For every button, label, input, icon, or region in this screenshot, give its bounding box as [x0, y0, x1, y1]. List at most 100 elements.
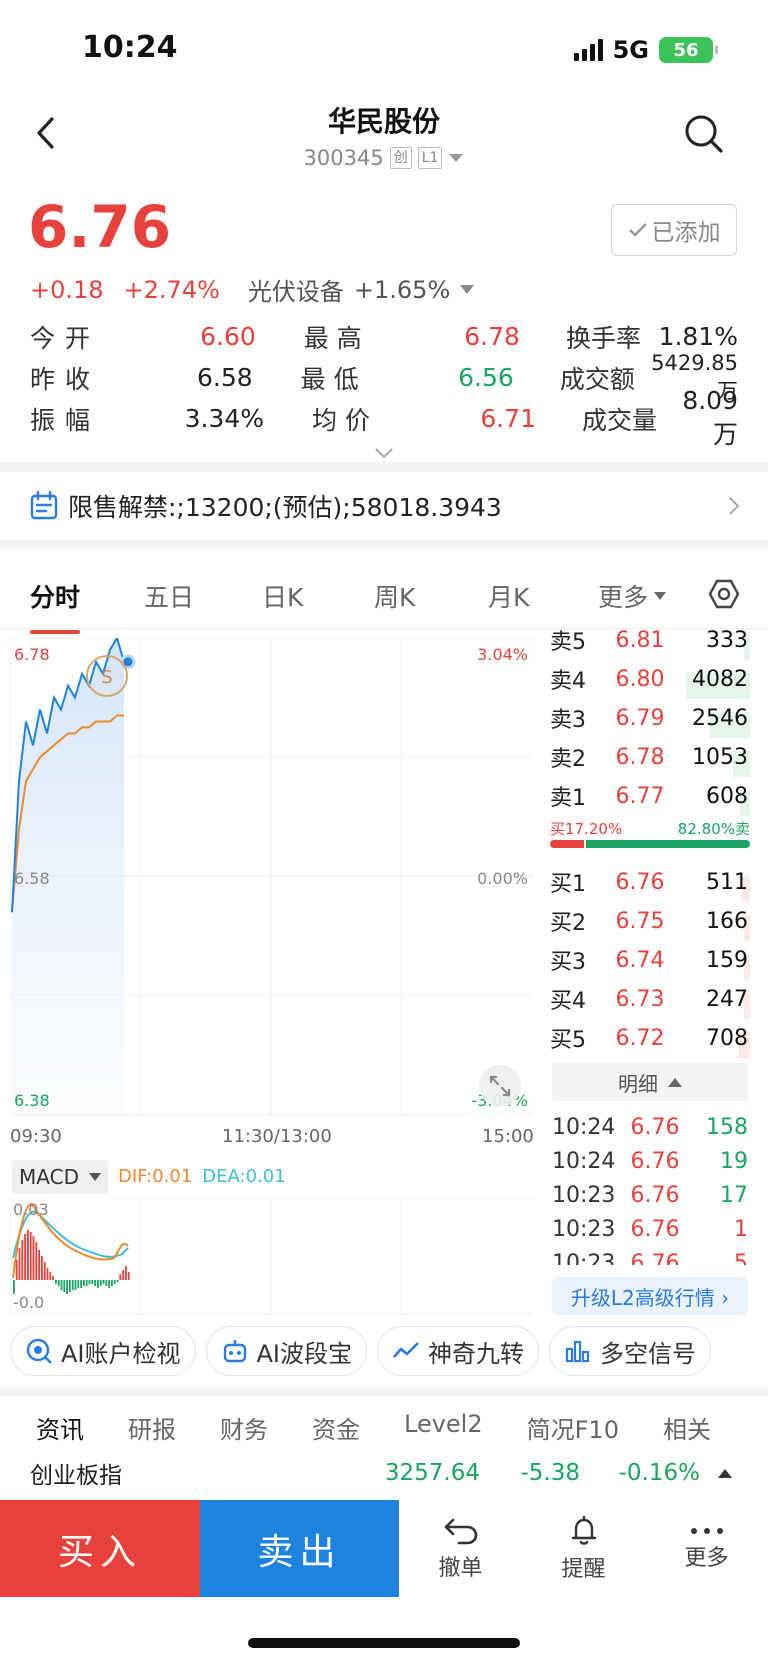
index-pct: -0.16% [618, 1460, 700, 1486]
macd-bar [32, 1236, 35, 1280]
ask-row[interactable]: 卖4 6.80 4082 [550, 661, 750, 699]
level-price: 6.75 [615, 908, 665, 934]
macd-bar [77, 1280, 80, 1288]
tab-research[interactable]: 研报 [128, 1410, 176, 1445]
macd-bar [91, 1280, 94, 1284]
trade-time: 10:23 [552, 1216, 616, 1242]
level-volume-text: 511 [706, 869, 748, 895]
detail-toggle-button[interactable]: 明细 [552, 1063, 748, 1101]
ai-tools-bar: AI账户检视 AI波段宝 神奇九转 多空信号 [10, 1326, 711, 1376]
avg-price-value: 6.71 [480, 404, 536, 433]
macd-bar [60, 1280, 63, 1290]
tab-intraday[interactable]: 分时 [30, 578, 81, 634]
trade-price: 6.76 [630, 1148, 680, 1174]
tab-daily-k[interactable]: 日K [262, 578, 303, 614]
tab-related[interactable]: 相关 [663, 1410, 711, 1445]
level-label: 卖2 [550, 747, 586, 772]
intraday-chart[interactable]: S 6.78 6.58 6.38 3.04% 0.00% -3.04% [9, 635, 533, 1130]
bull-bear-signal-chip[interactable]: 多空信号 [549, 1326, 711, 1376]
indicator-select[interactable]: MACD [12, 1160, 108, 1194]
macd-chart[interactable]: 0.03 -0.0 [9, 1197, 533, 1320]
pct-label-mid: 0.00% [477, 869, 528, 888]
tab-monthly-k[interactable]: 月K [488, 578, 529, 614]
prev-close-value: 6.58 [196, 363, 253, 392]
cancel-order-button[interactable]: 撤单 [399, 1500, 522, 1597]
bar-chart-icon [565, 1340, 590, 1363]
low-value: 6.56 [458, 363, 514, 392]
macd-bar [97, 1280, 99, 1288]
bid-row[interactable]: 买3 6.74 159 [550, 942, 750, 980]
bid-row[interactable]: 买2 6.75 166 [550, 903, 750, 941]
bid-row[interactable]: 买1 6.76 511 [550, 864, 750, 902]
settings-hexagon-icon [708, 579, 740, 609]
macd-bar [21, 1240, 24, 1280]
stats-row: 今开 6.60 最 高 6.78 换手率 1.81% [30, 316, 738, 357]
chart-settings-button[interactable] [708, 578, 740, 614]
trade-price: 6.76 [630, 1216, 680, 1242]
added-label: 已添加 [651, 220, 721, 246]
trade-row: 10:23 6.76 5 [552, 1246, 748, 1266]
upgrade-l2-button[interactable]: 升级L2高级行情 › [552, 1277, 748, 1315]
y-label-bottom: 6.38 [14, 1091, 50, 1110]
level-label: 买2 [550, 911, 586, 936]
index-value: 3257.64 [384, 1460, 480, 1486]
macd-bar [105, 1280, 108, 1286]
tab-five-day[interactable]: 五日 [144, 578, 194, 614]
bid-row[interactable]: 买5 6.72 708 [550, 1020, 750, 1058]
macd-bar [99, 1280, 102, 1286]
fullscreen-button[interactable] [478, 1064, 522, 1112]
sector-pct: +1.65% [353, 275, 451, 304]
level-volume-text: 4082 [692, 666, 748, 692]
ask-row[interactable]: 卖5 6.81 333 [550, 622, 750, 660]
bid-row[interactable]: 买4 6.73 247 [550, 981, 750, 1019]
calendar-icon [30, 491, 58, 520]
level-label: 买1 [550, 872, 586, 897]
index-ticker[interactable]: 创业板指 3257.64 -5.38 -0.16% [30, 1456, 740, 1490]
macd-bar [29, 1232, 32, 1280]
tab-finance[interactable]: 财务 [220, 1410, 268, 1445]
tab-level2[interactable]: Level2 [404, 1410, 483, 1445]
macd-bar [15, 1260, 18, 1280]
macd-chart-svg: 0.03 -0.0 [9, 1197, 533, 1315]
ask-row[interactable]: 卖1 6.77 608 [550, 778, 750, 816]
high-value: 6.78 [464, 322, 520, 351]
macd-bar [38, 1250, 40, 1280]
ai-account-review-chip[interactable]: AI账户检视 [10, 1326, 196, 1376]
ai-swing-chip[interactable]: AI波段宝 [205, 1326, 367, 1376]
undo-icon [444, 1518, 477, 1544]
level-price: 6.74 [615, 947, 665, 973]
tab-f10[interactable]: 简况F10 [527, 1410, 619, 1445]
expand-stats-button[interactable] [374, 444, 394, 463]
ask-row[interactable]: 卖3 6.79 2546 [550, 700, 750, 738]
level-label: 买5 [550, 1028, 586, 1053]
search-button[interactable] [684, 114, 724, 158]
macd-bar [85, 1280, 88, 1286]
caret-up-icon [668, 1077, 682, 1087]
tab-more[interactable]: 更多 [598, 578, 667, 614]
alert-button[interactable]: 提醒 [522, 1500, 645, 1597]
level-label: 卖3 [550, 708, 586, 733]
magic-nine-chip[interactable]: 神奇九转 [377, 1326, 539, 1376]
check-icon [628, 223, 647, 237]
trade-list[interactable]: 10:24 6.76 158 10:24 6.76 19 10:23 6.76 17 10:23 6… [552, 1110, 748, 1266]
trade-volume: 17 [720, 1182, 748, 1208]
macd-bar [18, 1248, 21, 1280]
sell-button[interactable]: 卖出 [200, 1500, 399, 1597]
more-label: 更多 [684, 1545, 729, 1571]
buy-button[interactable]: 买入 [0, 1500, 200, 1597]
tab-weekly-k[interactable]: 周K [374, 578, 415, 614]
tab-funds[interactable]: 资金 [312, 1410, 360, 1445]
level-label: 卖5 [550, 630, 586, 655]
unlock-notice[interactable]: 限售解禁:;13200;(预估);58018.3943 [30, 488, 740, 524]
ask-row[interactable]: 卖2 6.78 1053 [550, 739, 750, 777]
macd-bar [83, 1280, 85, 1286]
more-button[interactable]: 更多 [645, 1500, 768, 1597]
more-dots-icon [690, 1527, 723, 1534]
sector-link[interactable]: 光伏设备 +1.65% [248, 272, 475, 307]
macd-bar [74, 1280, 77, 1290]
stock-code-row[interactable]: 300345 创 L1 [0, 146, 768, 170]
level-volume-text: 2546 [692, 705, 748, 731]
macd-bar [66, 1280, 68, 1294]
tab-news[interactable]: 资讯 [36, 1410, 84, 1445]
watchlist-added-button[interactable]: 已添加 [611, 204, 737, 256]
